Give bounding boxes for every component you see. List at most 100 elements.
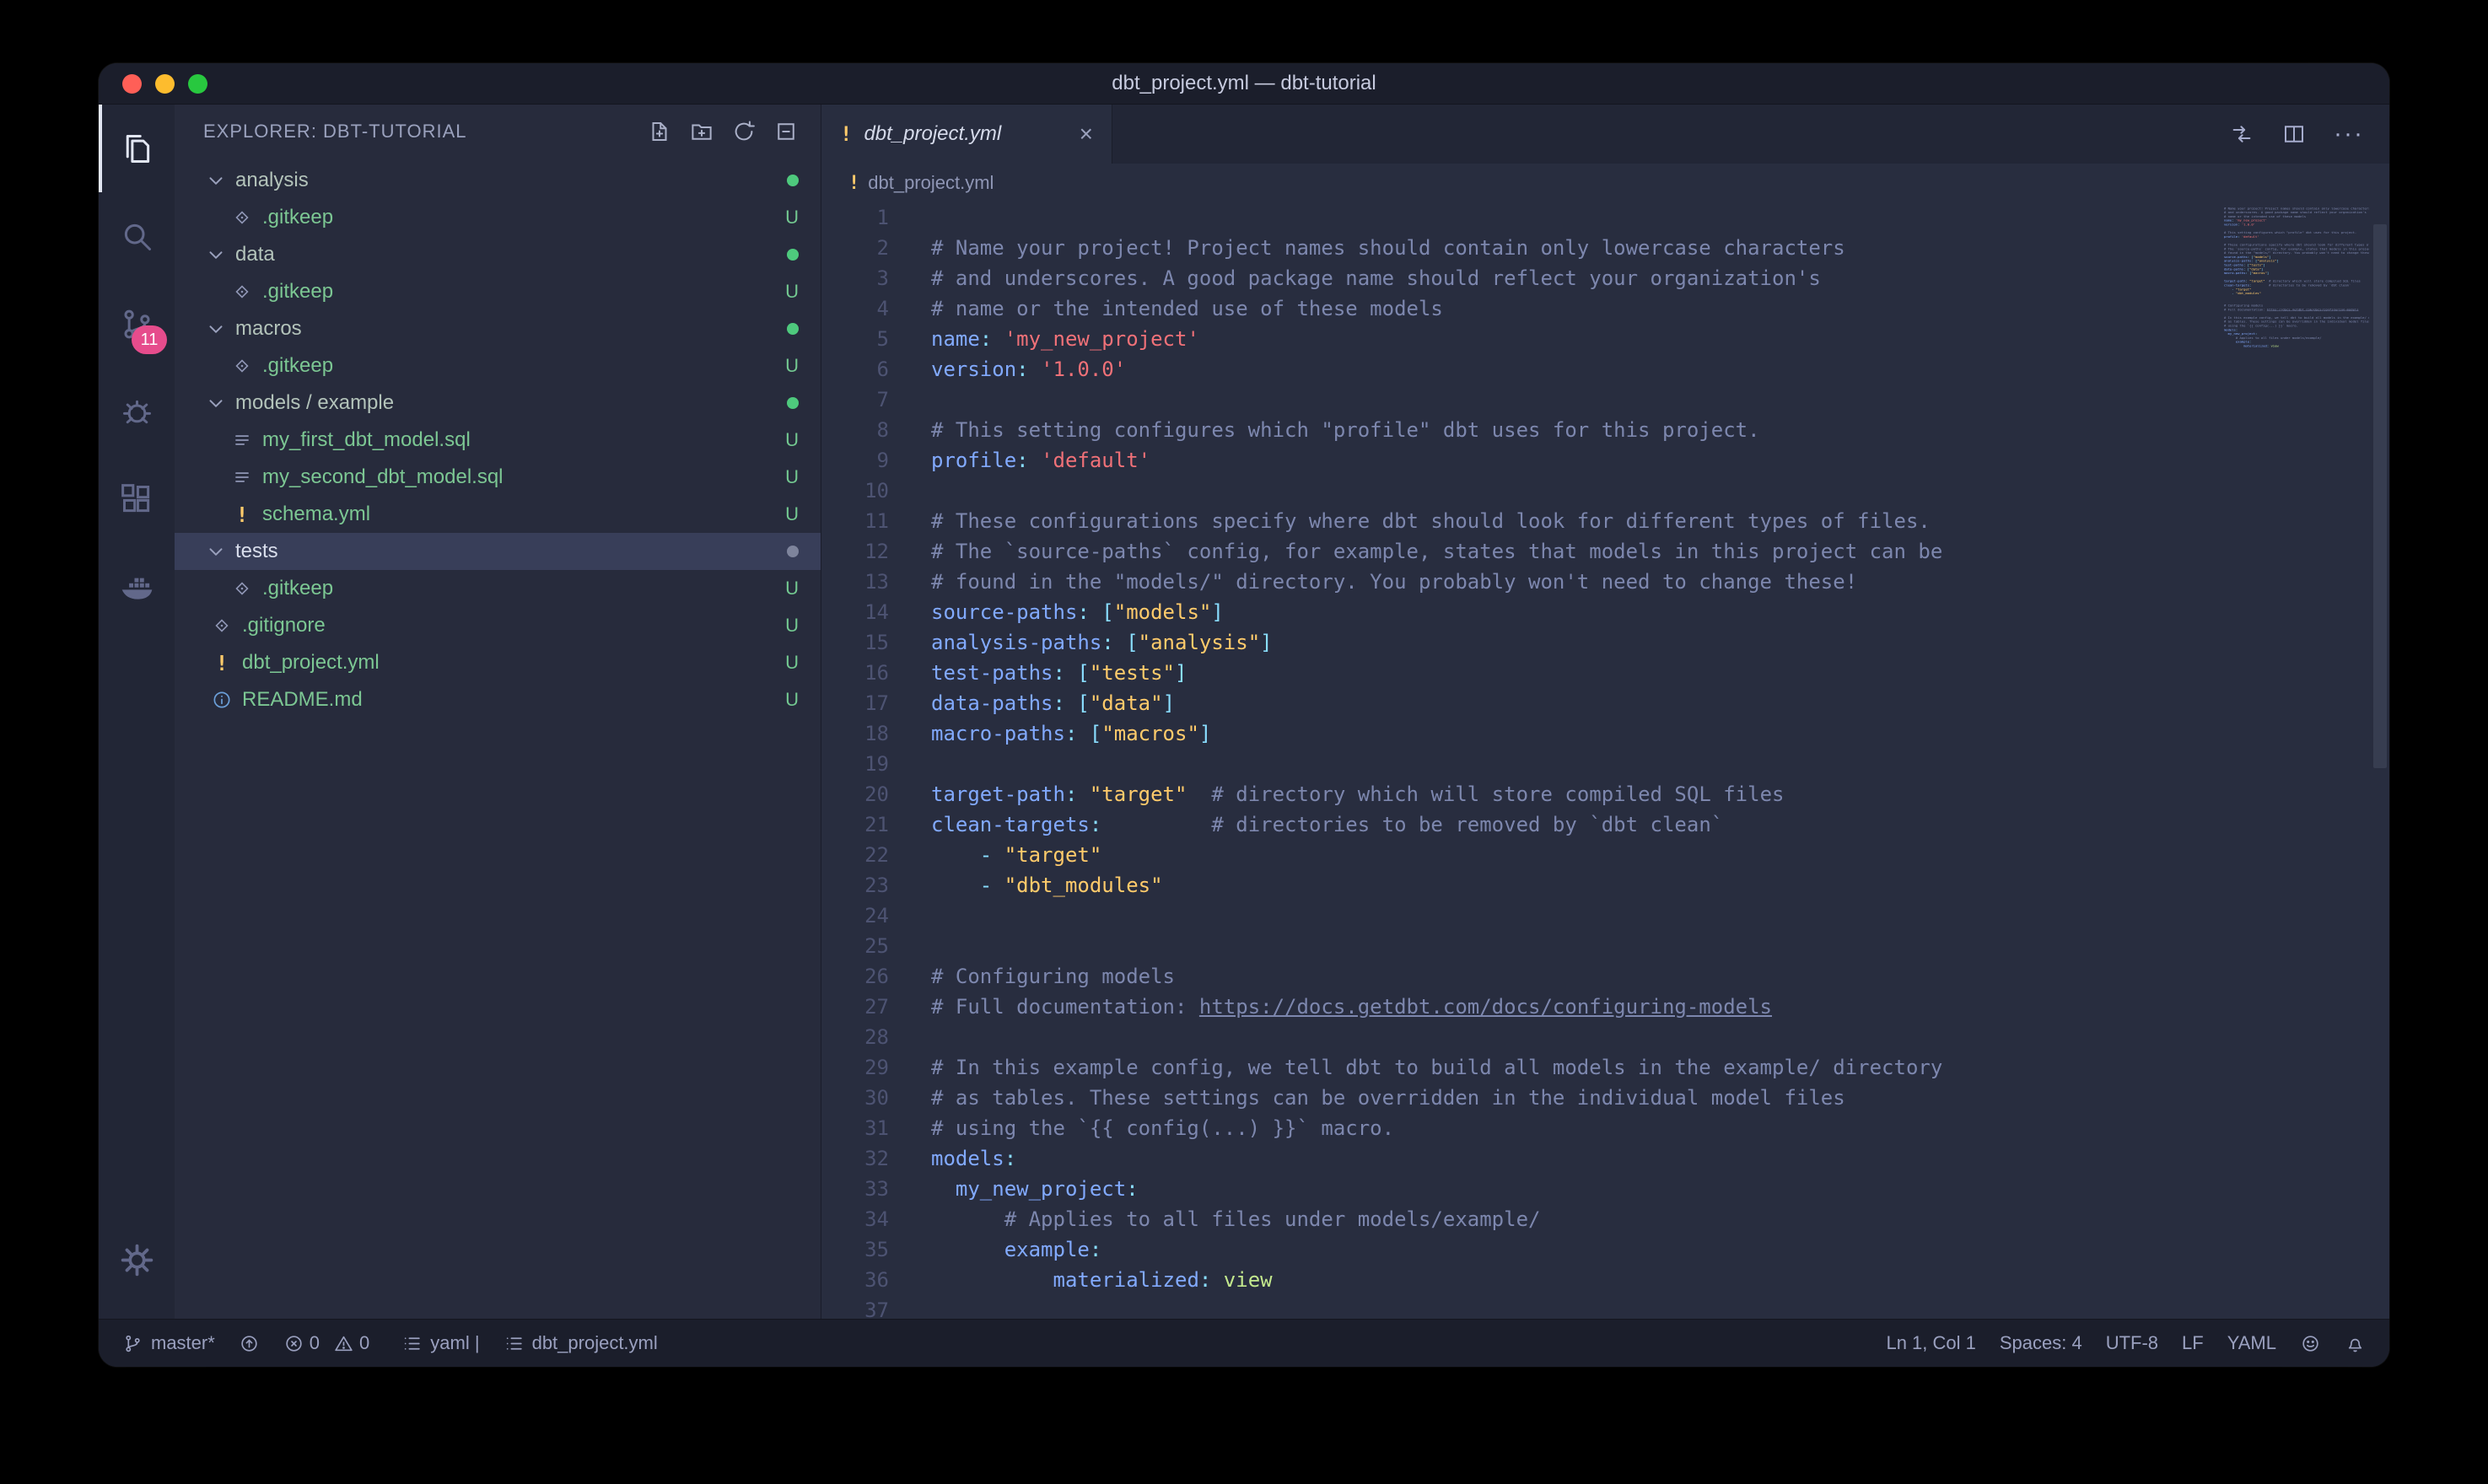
sql-file-icon xyxy=(230,466,254,488)
tree-item-macros[interactable]: macros xyxy=(175,310,821,347)
code-line[interactable]: # Configuring models xyxy=(931,961,2389,992)
code-line[interactable]: # In this example config, we tell dbt to… xyxy=(931,1052,2389,1083)
line-number: 36 xyxy=(821,1265,889,1295)
code-line[interactable]: - "dbt_modules" xyxy=(931,870,2389,901)
code-line[interactable]: target-path: "target" # directory which … xyxy=(931,779,2389,809)
minimize-window-button[interactable] xyxy=(155,74,175,94)
activity-debug-button[interactable] xyxy=(99,368,175,455)
code-line[interactable]: example: xyxy=(931,1234,2389,1265)
code-line[interactable]: # name or the intended use of these mode… xyxy=(931,293,2389,324)
tree-item-gitkeep[interactable]: .gitkeepU xyxy=(175,347,821,384)
language-indicator[interactable]: YAML xyxy=(2227,1332,2276,1354)
close-window-button[interactable] xyxy=(122,74,142,94)
git-untracked-badge: U xyxy=(785,355,799,377)
line-number: 3 xyxy=(821,263,889,293)
code-line[interactable]: - "target" xyxy=(931,840,2389,870)
yaml-status-item[interactable]: yaml | xyxy=(401,1332,479,1354)
activity-source-control-button[interactable]: 11 xyxy=(99,280,175,368)
line-number: 31 xyxy=(821,1113,889,1143)
tree-item-gitkeep[interactable]: .gitkeepU xyxy=(175,273,821,310)
branch-indicator[interactable]: master* xyxy=(122,1332,215,1354)
activity-docker-button[interactable] xyxy=(99,543,175,631)
open-changes-icon[interactable] xyxy=(2229,121,2254,147)
code-lines[interactable]: # Name your project! Project names shoul… xyxy=(889,202,2389,1319)
code-line[interactable] xyxy=(931,202,2389,233)
activity-search-button[interactable] xyxy=(99,192,175,280)
close-tab-icon[interactable]: × xyxy=(1080,122,1093,146)
yaml-warning-icon: ! xyxy=(848,173,859,194)
new-file-icon[interactable] xyxy=(647,119,672,144)
settings-gear-button[interactable] xyxy=(99,1216,175,1304)
tab-dbt-project-yml[interactable]: ! dbt_project.yml × xyxy=(821,105,1112,164)
collapse-all-icon[interactable] xyxy=(773,119,799,144)
refresh-icon[interactable] xyxy=(731,119,757,144)
encoding-indicator[interactable]: UTF-8 xyxy=(2106,1332,2158,1354)
code-line[interactable]: test-paths: ["tests"] xyxy=(931,658,2389,688)
tree-item-models-example[interactable]: models / example xyxy=(175,384,821,422)
code-line[interactable]: materialized: view xyxy=(931,1265,2389,1295)
code-line[interactable] xyxy=(931,931,2389,961)
chevron-down-icon xyxy=(205,169,227,191)
feedback-button[interactable] xyxy=(2300,1333,2321,1354)
more-actions-icon[interactable]: ··· xyxy=(2334,120,2364,148)
code-line[interactable]: # found in the "models/" directory. You … xyxy=(931,567,2389,597)
code-line[interactable]: # These configurations specify where dbt… xyxy=(931,506,2389,536)
eol-indicator[interactable]: LF xyxy=(2182,1332,2204,1354)
code-line[interactable]: name: 'my_new_project' xyxy=(931,324,2389,354)
code-line[interactable]: analysis-paths: ["analysis"] xyxy=(931,627,2389,658)
tree-item-gitkeep[interactable]: .gitkeepU xyxy=(175,199,821,236)
code-line[interactable] xyxy=(931,476,2389,506)
zoom-window-button[interactable] xyxy=(188,74,207,94)
code-line[interactable] xyxy=(931,901,2389,931)
code-line[interactable]: # The `source-paths` config, for example… xyxy=(931,536,2389,567)
problems-indicator[interactable]: 0 0 xyxy=(283,1332,379,1354)
line-number: 22 xyxy=(821,840,889,870)
tree-item-data[interactable]: data xyxy=(175,236,821,273)
outline-file-item[interactable]: dbt_project.yml xyxy=(504,1332,658,1354)
tree-item-gitignore[interactable]: .gitignoreU xyxy=(175,607,821,644)
code-line[interactable]: my_new_project: xyxy=(931,1174,2389,1204)
code-line[interactable] xyxy=(931,749,2389,779)
code-line[interactable]: macro-paths: ["macros"] xyxy=(931,718,2389,749)
activity-extensions-button[interactable] xyxy=(99,455,175,543)
activity-explorer-button[interactable] xyxy=(99,105,175,192)
tree-item-tests[interactable]: tests xyxy=(175,533,821,570)
code-line[interactable]: # This setting configures which "profile… xyxy=(931,415,2389,445)
scrollbar-thumb[interactable] xyxy=(2373,224,2387,768)
tree-item-my-second-dbt-model-sql[interactable]: my_second_dbt_model.sqlU xyxy=(175,459,821,496)
tree-item-my-first-dbt-model-sql[interactable]: my_first_dbt_model.sqlU xyxy=(175,422,821,459)
tree-item-dbt-project-yml[interactable]: !dbt_project.ymlU xyxy=(175,644,821,681)
tree-item-gitkeep[interactable]: .gitkeepU xyxy=(175,570,821,607)
tree-item-label: data xyxy=(235,243,275,266)
line-number: 17 xyxy=(821,688,889,718)
code-line[interactable] xyxy=(931,384,2389,415)
code-line[interactable]: version: '1.0.0' xyxy=(931,354,2389,384)
code-line[interactable]: # and underscores. A good package name s… xyxy=(931,263,2389,293)
code-line[interactable]: # Applies to all files under models/exam… xyxy=(931,1204,2389,1234)
code-line[interactable]: models: xyxy=(931,1143,2389,1174)
code-line[interactable]: # Name your project! Project names shoul… xyxy=(931,233,2389,263)
editor-scrollbar[interactable] xyxy=(2371,202,2389,1319)
notifications-button[interactable] xyxy=(2345,1333,2366,1354)
cursor-position[interactable]: Ln 1, Col 1 xyxy=(1886,1332,1975,1354)
tree-item-readme-md[interactable]: README.mdU xyxy=(175,681,821,718)
git-untracked-badge: U xyxy=(785,503,799,525)
code-line[interactable] xyxy=(931,1295,2389,1319)
breadcrumb-file[interactable]: dbt_project.yml xyxy=(868,172,994,194)
new-folder-icon[interactable] xyxy=(689,119,714,144)
code-line[interactable]: source-paths: ["models"] xyxy=(931,597,2389,627)
split-editor-icon[interactable] xyxy=(2281,121,2307,147)
code-line[interactable]: profile: 'default' xyxy=(931,445,2389,476)
minimap[interactable]: # Name your project! Project names shoul… xyxy=(2224,202,2369,1319)
code-line[interactable]: # using the `{{ config(...) }}` macro. xyxy=(931,1113,2389,1143)
tree-item-analysis[interactable]: analysis xyxy=(175,162,821,199)
code-line[interactable] xyxy=(931,1022,2389,1052)
code-line[interactable]: # as tables. These settings can be overr… xyxy=(931,1083,2389,1113)
code-line[interactable]: data-paths: ["data"] xyxy=(931,688,2389,718)
indentation-indicator[interactable]: Spaces: 4 xyxy=(2000,1332,2082,1354)
branch-name: master* xyxy=(151,1332,215,1354)
sync-changes-button[interactable] xyxy=(239,1333,260,1354)
tree-item-schema-yml[interactable]: !schema.ymlU xyxy=(175,496,821,533)
code-line[interactable]: # Full documentation: https://docs.getdb… xyxy=(931,992,2389,1022)
code-line[interactable]: clean-targets: # directories to be remov… xyxy=(931,809,2389,840)
